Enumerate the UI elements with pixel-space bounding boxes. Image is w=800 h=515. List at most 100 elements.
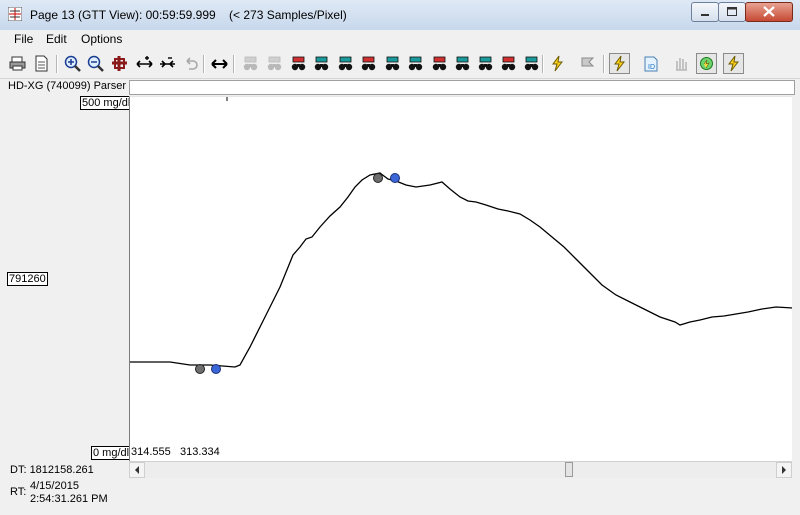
marker-icon: [478, 56, 493, 71]
undo-button[interactable]: [180, 53, 201, 74]
marker-tool-button-2[interactable]: [264, 53, 285, 74]
horizontal-scrollbar[interactable]: [129, 461, 792, 478]
marker-icon: [385, 56, 400, 71]
marker-dot-blue[interactable]: [211, 364, 221, 374]
marker-icon: [291, 56, 306, 71]
parser-bar: HD-XG (740099) Parser: [0, 79, 800, 96]
print-icon: [9, 56, 26, 71]
rt-label: RT:: [10, 486, 27, 498]
y-axis-bottom-label: 0 mg/dl: [91, 446, 132, 460]
marker-icon: [455, 56, 470, 71]
hand-button[interactable]: [670, 53, 691, 74]
y-axis-top-label: 500 mg/dl: [80, 96, 133, 110]
menu-bar: File Edit Options: [0, 30, 800, 49]
fit-button[interactable]: [109, 53, 130, 74]
toolbar-separator: [56, 55, 58, 73]
marker-tool-button-9[interactable]: [429, 53, 450, 74]
event-toggle-button[interactable]: [609, 53, 630, 74]
trace-canvas: [130, 97, 793, 374]
dt-readout: DT: 1812158.261: [10, 464, 94, 476]
page-setup-icon: [35, 55, 48, 72]
marker-tool-button-8[interactable]: [405, 53, 426, 74]
close-button[interactable]: [745, 2, 793, 22]
marker-tool-button-10[interactable]: [452, 53, 473, 74]
pan-horizontal-icon: [211, 59, 228, 69]
menu-edit[interactable]: Edit: [46, 32, 67, 46]
zoom-out-button[interactable]: [85, 53, 106, 74]
arrow-left-icon: [135, 466, 139, 474]
window-title: Page 13 (GTT View): 00:59:59.999 (< 273 …: [30, 8, 347, 22]
dt-value: 1812158.261: [29, 464, 94, 476]
readout-left: 314.555: [131, 446, 171, 458]
marker-tool-button-12[interactable]: [498, 53, 519, 74]
marker-icon: [501, 56, 516, 71]
maximize-button[interactable]: [718, 2, 746, 22]
hand-icon: [676, 58, 687, 71]
scroll-right-button[interactable]: [776, 462, 792, 478]
scroll-thumb[interactable]: [565, 462, 573, 477]
toolbar-separator: [542, 55, 544, 73]
green-cycle-icon: [700, 57, 713, 70]
minimize-button[interactable]: [691, 2, 719, 22]
marker-icon: [338, 56, 353, 71]
marker-tool-button-4[interactable]: [311, 53, 332, 74]
toolbar: ID: [0, 50, 800, 79]
id-icon: ID: [644, 56, 658, 72]
cycle-button[interactable]: [696, 53, 717, 74]
parser-field[interactable]: [129, 80, 795, 95]
flag-icon: [581, 57, 595, 67]
marker-tool-button-7[interactable]: [382, 53, 403, 74]
expand-horizontal-icon: [136, 56, 153, 68]
close-icon: [763, 6, 775, 17]
y-axis-mid-label: 791260: [7, 272, 48, 286]
marker-dot-gray[interactable]: [195, 364, 205, 374]
menu-options[interactable]: Options: [81, 32, 122, 46]
toolbar-separator: [203, 55, 205, 73]
pan-horizontal-button[interactable]: [209, 53, 230, 74]
marker-tool-button-1[interactable]: [240, 53, 261, 74]
window-frame-right: [792, 96, 800, 515]
fit-icon: [112, 56, 127, 71]
rt-date: 4/15/2015: [30, 480, 79, 492]
marker-tool-button-6[interactable]: [358, 53, 379, 74]
marker-icon: [314, 56, 329, 71]
print-button[interactable]: [7, 53, 28, 74]
title-bar[interactable]: Page 13 (GTT View): 00:59:59.999 (< 273 …: [0, 0, 800, 31]
marker-dot-gray[interactable]: [373, 173, 383, 183]
marker-icon: [408, 56, 423, 71]
expand-horizontal-button[interactable]: [134, 53, 155, 74]
marker-tool-button-5[interactable]: [335, 53, 356, 74]
flag-button[interactable]: [577, 53, 598, 74]
toolbar-separator: [233, 55, 235, 73]
zoom-in-icon: [64, 55, 81, 72]
svg-text:ID: ID: [648, 64, 655, 71]
minimize-icon: [701, 14, 709, 16]
maximize-icon: [727, 7, 737, 16]
dt-label: DT:: [10, 464, 27, 476]
marker-icon: [267, 56, 282, 71]
application-window: Page 13 (GTT View): 00:59:59.999 (< 273 …: [0, 0, 800, 515]
marker-tool-button-3[interactable]: [288, 53, 309, 74]
arrow-right-icon: [782, 466, 786, 474]
marker-dot-blue[interactable]: [390, 173, 400, 183]
menu-file[interactable]: File: [14, 32, 33, 46]
undo-icon: [186, 57, 198, 70]
lightning-icon: [728, 55, 740, 72]
page-setup-button[interactable]: [31, 53, 52, 74]
compress-horizontal-button[interactable]: [157, 53, 178, 74]
compress-horizontal-icon: [160, 57, 175, 68]
scroll-left-button[interactable]: [129, 462, 145, 478]
plot-area[interactable]: [129, 96, 793, 461]
rt-time: 2:54:31.261 PM: [30, 493, 108, 505]
marker-tool-button-11[interactable]: [475, 53, 496, 74]
marker-tool-button-13[interactable]: [521, 53, 542, 74]
zoom-in-button[interactable]: [62, 53, 83, 74]
toolbar-separator: [603, 55, 605, 73]
readout-right: 313.334: [180, 446, 220, 458]
marker-icon: [432, 56, 447, 71]
event-button[interactable]: [547, 53, 568, 74]
id-button[interactable]: ID: [640, 53, 661, 74]
app-icon: [8, 7, 22, 21]
event-toggle-button-2[interactable]: [723, 53, 744, 74]
lightning-icon: [614, 55, 626, 72]
